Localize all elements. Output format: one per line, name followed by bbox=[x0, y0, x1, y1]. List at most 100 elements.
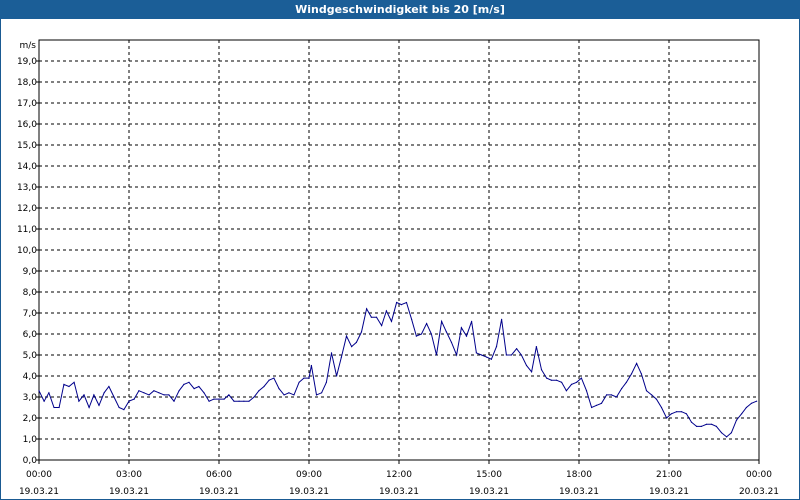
series-point bbox=[203, 392, 205, 394]
series-point bbox=[103, 392, 105, 394]
x-tick-time-label: 15:00 bbox=[476, 470, 502, 480]
x-tick-date-label: 19.03.21 bbox=[379, 487, 419, 497]
series-point bbox=[475, 352, 477, 354]
y-tick-label: 15,0 bbox=[17, 141, 37, 151]
series-point bbox=[640, 373, 643, 375]
series-point bbox=[756, 400, 758, 402]
series-point bbox=[520, 354, 523, 356]
series-point bbox=[68, 385, 70, 388]
series-point bbox=[480, 354, 483, 356]
grid-lines bbox=[39, 40, 759, 460]
x-tick-time-label: 21:00 bbox=[656, 470, 682, 480]
y-tick-label: 2,0 bbox=[23, 414, 38, 424]
series-point bbox=[660, 406, 663, 409]
series-point bbox=[625, 381, 628, 383]
series-point bbox=[505, 354, 507, 356]
series-point bbox=[735, 419, 738, 421]
series-point bbox=[308, 377, 310, 379]
series-point bbox=[471, 320, 473, 322]
series-point bbox=[415, 335, 417, 337]
series-point bbox=[595, 404, 598, 406]
series-point bbox=[218, 398, 220, 400]
series-point bbox=[238, 400, 240, 402]
x-axis-ticks: 00:00 19.03.21 03:00 19.03.21 06:00 19.03.21 0… bbox=[19, 460, 779, 497]
series-point bbox=[93, 394, 95, 396]
series-point bbox=[456, 354, 458, 356]
series-point bbox=[666, 417, 668, 419]
series-point bbox=[208, 400, 210, 402]
series-point bbox=[490, 358, 492, 360]
series-point bbox=[138, 390, 140, 392]
series-point bbox=[435, 354, 438, 356]
y-tick-label: 17,0 bbox=[17, 99, 37, 109]
series-point bbox=[555, 379, 558, 381]
y-tick-label: 14,0 bbox=[17, 162, 37, 172]
series-point bbox=[366, 308, 368, 310]
series-point bbox=[263, 385, 265, 388]
series-point bbox=[148, 394, 150, 396]
series-point bbox=[531, 371, 533, 373]
y-tick-label: 4,0 bbox=[23, 372, 38, 382]
series-point bbox=[540, 369, 543, 371]
series-point bbox=[298, 381, 300, 383]
series-point bbox=[153, 390, 155, 392]
series-point bbox=[570, 383, 573, 385]
series-point bbox=[711, 423, 713, 425]
series-point bbox=[253, 396, 255, 398]
y-axis-label: m/s bbox=[20, 41, 37, 51]
series-point bbox=[546, 377, 548, 379]
series-point bbox=[730, 432, 733, 434]
series-point bbox=[370, 316, 372, 318]
series-point bbox=[750, 402, 753, 404]
series-point bbox=[213, 398, 215, 400]
series-point bbox=[516, 348, 518, 350]
series-point bbox=[143, 392, 145, 394]
series-point bbox=[726, 436, 728, 438]
series-point bbox=[600, 402, 603, 404]
y-tick-label: 19,0 bbox=[17, 57, 37, 67]
series-point bbox=[198, 385, 200, 388]
series-point bbox=[293, 394, 295, 396]
series-point bbox=[355, 341, 357, 343]
series-point bbox=[158, 392, 160, 394]
series-point bbox=[651, 394, 653, 396]
series-point bbox=[426, 322, 428, 325]
series-point bbox=[445, 331, 447, 333]
series-point bbox=[606, 394, 608, 396]
series-point bbox=[288, 392, 290, 394]
series-point bbox=[495, 346, 498, 348]
y-tick-label: 16,0 bbox=[17, 120, 37, 130]
series-point bbox=[258, 390, 260, 392]
series-point bbox=[501, 318, 503, 320]
x-tick-date-label: 19.03.21 bbox=[559, 487, 599, 497]
series-point bbox=[700, 425, 703, 427]
series-point bbox=[525, 364, 528, 367]
series-point bbox=[345, 335, 348, 337]
x-tick-time-label: 18:00 bbox=[566, 470, 592, 480]
series-point bbox=[63, 383, 65, 385]
series-point bbox=[315, 394, 318, 396]
series-point bbox=[228, 394, 230, 396]
y-tick-label: 3,0 bbox=[23, 393, 38, 403]
series-point bbox=[233, 400, 235, 402]
series-point bbox=[325, 381, 327, 383]
series-point bbox=[580, 377, 583, 379]
series-point bbox=[636, 362, 638, 364]
wind-speed-chart: 0,0 1,0 2,0 3,0 4,0 5,0 6,0 7,0 8,0 9,0 10,0 11,0 12… bbox=[17, 39, 779, 497]
series-point bbox=[108, 385, 110, 388]
series-point bbox=[720, 432, 723, 434]
series-point bbox=[450, 341, 453, 343]
series-point bbox=[173, 400, 175, 402]
y-tick-label: 0,0 bbox=[23, 456, 38, 466]
series-point bbox=[73, 381, 75, 383]
series-point bbox=[43, 400, 45, 402]
x-tick-date-label: 19.03.21 bbox=[19, 487, 59, 497]
series-point bbox=[321, 392, 323, 394]
y-tick-label: 1,0 bbox=[23, 435, 38, 445]
series-point bbox=[630, 373, 633, 375]
y-tick-label: 6,0 bbox=[23, 330, 38, 340]
series-point bbox=[188, 381, 190, 383]
series-point bbox=[53, 406, 55, 409]
series-point bbox=[223, 398, 225, 400]
series-point bbox=[38, 390, 40, 392]
